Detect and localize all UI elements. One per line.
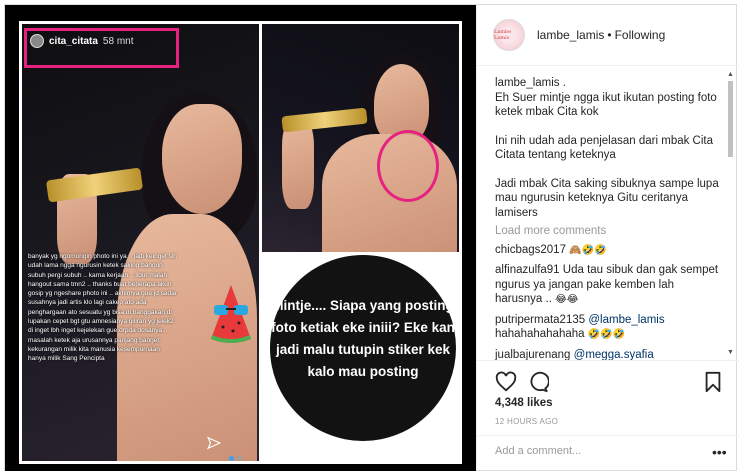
scroll-up-icon[interactable]: ▲ [727, 71, 734, 79]
carousel-dot [237, 456, 242, 461]
caption-line: Jadi mbak Cita saking sibuknya sampe lup… [495, 177, 719, 219]
author-avatar[interactable]: Lambe Lamis [493, 19, 525, 51]
overlay-text-panel: Mintje.... Siapa yang posting foto ketia… [262, 255, 459, 461]
armpit-photo [262, 24, 459, 252]
post-media[interactable]: cita_citata 58 mnt banyak yg ngomongin p… [5, 5, 476, 471]
carousel-indicator [229, 456, 242, 461]
comments-scrollbar[interactable]: ▲ ▼ [727, 71, 734, 357]
follow-status[interactable]: Following [615, 28, 666, 42]
instagram-post-modal: cita_citata 58 mnt banyak yg ngomongin p… [4, 4, 739, 471]
face-shape [162, 104, 242, 214]
author-username[interactable]: lambe_lamis [537, 28, 604, 42]
comment-mention[interactable]: @megga.syafia [574, 349, 654, 361]
arm-shape [282, 119, 314, 209]
comment-text: hahahahahahaha [495, 328, 585, 340]
post-caption: lambe_lamis . Eh Suer mintje ngga ikut i… [495, 76, 721, 220]
story-caption: banyak yg ngomongin photo ini ya .. jadi… [28, 253, 177, 363]
carousel-dot-active [229, 456, 234, 461]
send-icon [207, 436, 222, 453]
more-options-icon[interactable]: ••• [712, 444, 727, 460]
caption-line: Eh Suer mintje ngga ikut ikutan posting … [495, 91, 717, 119]
photo-collage: cita_citata 58 mnt banyak yg ngomongin p… [19, 21, 462, 464]
comment-emoji: 😂😂 [555, 294, 579, 305]
caption-username[interactable]: lambe_lamis [495, 77, 560, 89]
story-screenshot: cita_citata 58 mnt banyak yg ngomongin p… [22, 24, 259, 461]
avatar-logo-text: Lambe Lamis [494, 29, 512, 41]
post-header: Lambe Lamis lambe_lamis • Following [477, 5, 739, 66]
likes-count[interactable]: 4,348 likes [495, 397, 553, 409]
overlay-text: Mintje.... Siapa yang posting foto ketia… [271, 298, 455, 379]
comment-item: putripermata2135 @lambe_lamis hahahahaha… [495, 313, 721, 343]
comment-username[interactable]: chicbags2017 [495, 244, 566, 256]
add-comment-input[interactable] [495, 445, 685, 457]
post-timestamp: 12 HOURS AGO [495, 417, 559, 426]
microphone [281, 107, 368, 133]
comment-item: alfinazulfa91 Uda tau sibuk dan gak semp… [495, 263, 721, 308]
caption-line: Ini nih udah ada penjelasan dari mbak Ci… [495, 134, 714, 162]
armpit-highlight-circle [377, 130, 439, 202]
comment-item: jualbajurenang @megga.syafia [495, 348, 721, 361]
comment-mention[interactable]: @lambe_lamis [588, 314, 664, 326]
sunglasses-watermelon-sticker [211, 285, 251, 343]
comment-item: chicbags2017 🙈🤣🤣 [495, 243, 721, 259]
comment-icon[interactable] [527, 371, 550, 393]
follow-separator: • [607, 28, 612, 42]
heart-icon[interactable] [495, 371, 517, 393]
comment-emoji: 🙈🤣🤣 [569, 244, 607, 256]
comment-username[interactable]: alfinazulfa91 [495, 264, 560, 276]
post-sidebar: Lambe Lamis lambe_lamis • Following lamb… [476, 5, 739, 471]
comments-section[interactable]: lambe_lamis . Eh Suer mintje ngga ikut i… [477, 66, 739, 360]
username-highlight-box [24, 28, 179, 68]
scroll-down-icon[interactable]: ▼ [727, 349, 734, 357]
scrollbar-thumb[interactable] [728, 81, 733, 157]
bookmark-icon[interactable] [702, 371, 724, 393]
load-more-comments[interactable]: Load more comments [495, 224, 721, 239]
comment-username[interactable]: putripermata2135 [495, 314, 585, 326]
add-comment-bar: ••• [477, 435, 739, 471]
comment-username[interactable]: jualbajurenang [495, 349, 570, 361]
comment-emoji: 🤣🤣🤣 [587, 329, 626, 340]
